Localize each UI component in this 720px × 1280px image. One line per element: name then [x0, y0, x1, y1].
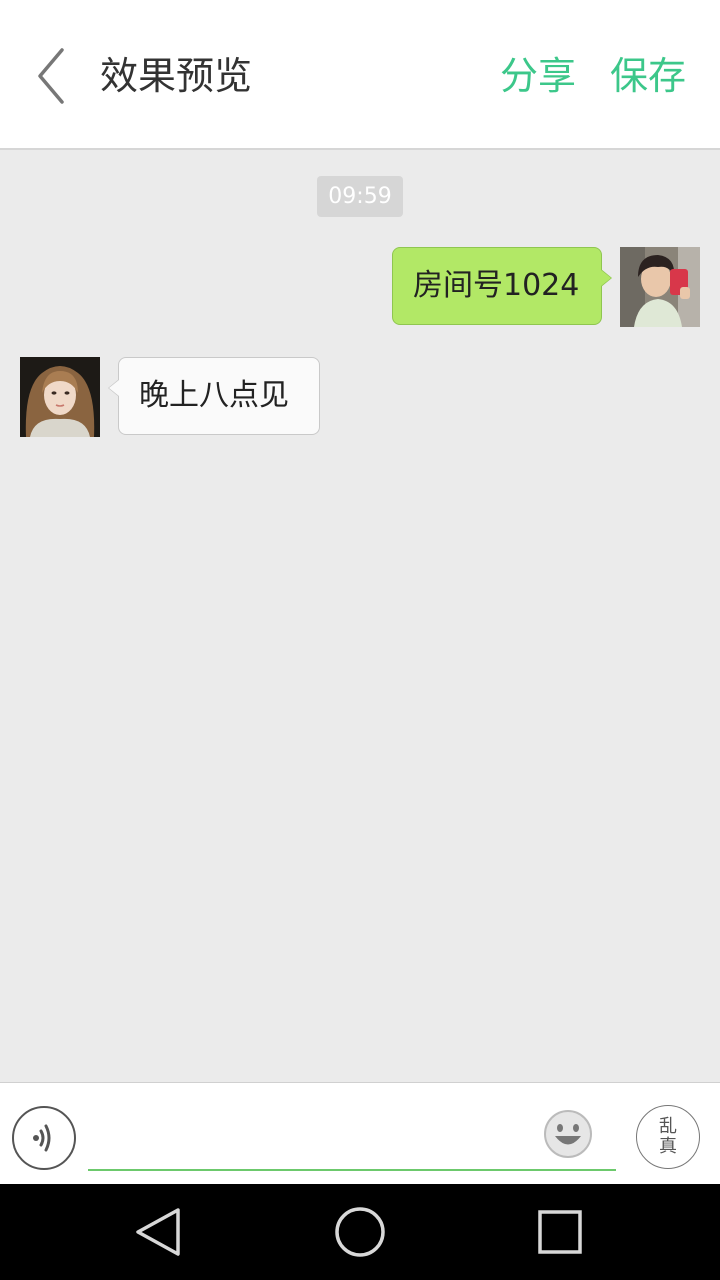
- back-triangle-icon: [136, 1208, 180, 1256]
- back-button[interactable]: [22, 44, 82, 108]
- contact-avatar[interactable]: [20, 357, 100, 437]
- seal-char-top: 乱: [659, 1116, 677, 1137]
- emoji-button[interactable]: [543, 1109, 593, 1159]
- page-title: 效果预览: [100, 54, 253, 98]
- app-root: 效果预览 分享 保存 09:59 房间号1024 晚上八点见 乱 真: [0, 0, 720, 1280]
- voice-input-button[interactable]: [12, 1106, 76, 1170]
- system-nav-bar: [0, 1184, 720, 1280]
- nav-back-button[interactable]: [128, 1202, 188, 1262]
- save-button[interactable]: 保存: [610, 50, 686, 102]
- chevron-left-icon: [38, 48, 64, 104]
- top-bar: 效果预览 分享 保存: [0, 0, 720, 150]
- share-button[interactable]: 分享: [500, 50, 576, 102]
- nav-recent-apps-button[interactable]: [530, 1202, 590, 1262]
- message-timestamp: 09:59: [317, 176, 403, 217]
- recent-apps-square-icon: [538, 1210, 582, 1254]
- home-circle-icon: [335, 1207, 385, 1257]
- received-message-bubble[interactable]: 晚上八点见: [108, 357, 320, 435]
- sent-message-bubble[interactable]: 房间号1024: [392, 247, 612, 325]
- voice-icon: [33, 1124, 51, 1152]
- emoji-smile-icon: [544, 1110, 592, 1158]
- my-avatar[interactable]: [620, 247, 700, 327]
- seal-stamp-button[interactable]: 乱 真: [636, 1105, 700, 1169]
- input-bar: 乱 真: [0, 1082, 720, 1184]
- seal-char-bottom: 真: [659, 1136, 677, 1157]
- chat-area[interactable]: 09:59 房间号1024 晚上八点见: [0, 150, 720, 1082]
- nav-home-button[interactable]: [330, 1202, 390, 1262]
- message-input[interactable]: [88, 1113, 616, 1171]
